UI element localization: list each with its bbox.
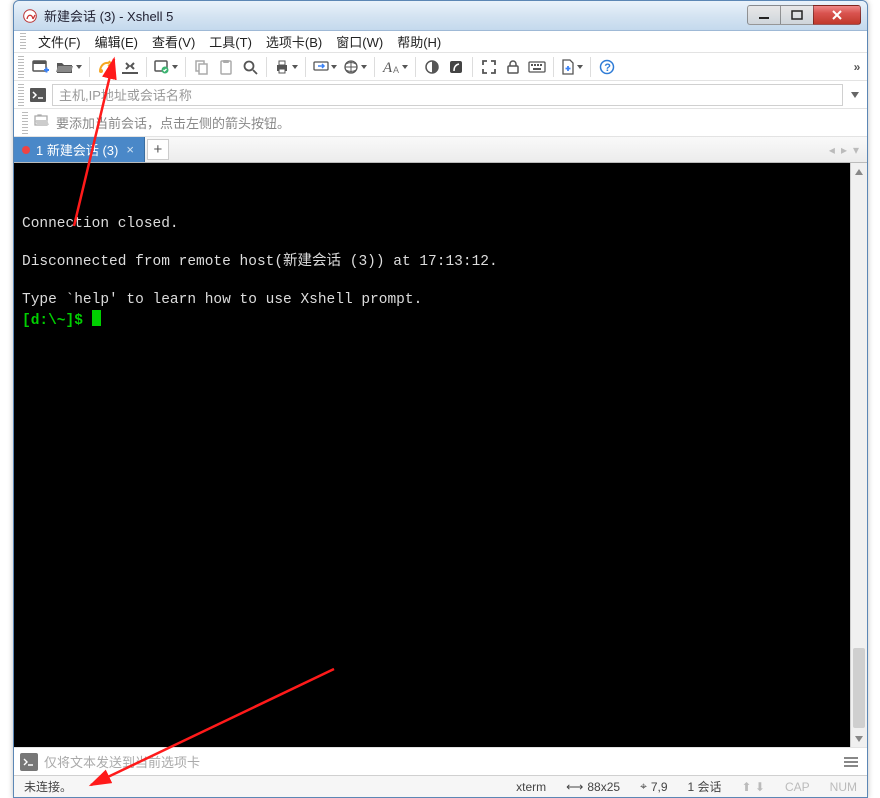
window-controls [748,5,861,25]
status-transfer-arrows: ⬆ ⬇ [732,776,775,797]
toolbar: AA ? » [14,53,867,81]
minimize-button[interactable] [747,5,781,25]
new-file-button[interactable] [559,56,585,78]
menu-tools[interactable]: 工具(T) [203,30,258,53]
new-tab-button[interactable]: + [147,139,169,160]
toolbar-separator [374,57,375,77]
scroll-up-button[interactable] [851,163,867,180]
terminal[interactable]: Connection closed. Disconnected from rem… [14,163,850,747]
status-num: NUM [820,776,867,797]
tab-next-button[interactable]: ▸ [841,143,847,157]
tab-menu-button[interactable]: ▾ [853,143,859,157]
term-prompt: [d:\~]$ [22,313,92,329]
status-size: ⟷ 88x25 [556,776,630,797]
scroll-track[interactable] [851,180,867,730]
grip-icon [18,84,24,106]
toolbar-separator [89,57,90,77]
session-tab[interactable]: 1 新建会话 (3) × [14,137,145,162]
send-icon[interactable] [20,753,38,771]
terminal-icon [28,85,48,105]
toolbar-overflow[interactable]: » [851,56,863,78]
highlight-button[interactable] [445,56,467,78]
web-button[interactable] [341,56,369,78]
tab-prev-button[interactable]: ◂ [829,143,835,157]
maximize-button[interactable] [780,5,814,25]
vertical-scrollbar[interactable] [850,163,867,747]
address-dropdown[interactable] [847,84,863,106]
cursor-icon [92,310,101,326]
grip-icon [18,56,24,78]
term-line: Disconnected from remote host(新建会话 (3)) … [22,254,498,270]
print-button[interactable] [272,56,300,78]
font-button[interactable]: AA [380,56,410,78]
send-bar: 仅将文本发送到当前选项卡 [14,747,867,775]
terminal-area: Connection closed. Disconnected from rem… [14,163,867,747]
toolbar-separator [305,57,306,77]
menu-edit[interactable]: 编辑(E) [89,30,144,53]
svg-text:A: A [393,65,399,75]
tab-close-button[interactable]: × [124,142,136,157]
tip-text: 要添加当前会话，点击左侧的箭头按钮。 [56,113,290,132]
status-term-type: xterm [506,776,556,797]
address-input[interactable]: 主机,IP地址或会话名称 [52,84,843,106]
tab-label: 1 新建会话 (3) [36,140,118,159]
menu-help[interactable]: 帮助(H) [391,30,447,53]
menu-window[interactable]: 窗口(W) [330,30,389,53]
resize-icon: ⟷ [566,780,583,794]
toolbar-separator [185,57,186,77]
toolbar-separator [266,57,267,77]
menubar: 文件(F) 编辑(E) 查看(V) 工具(T) 选项卡(B) 窗口(W) 帮助(… [14,31,867,53]
svg-text:?: ? [604,62,611,74]
grip-icon [22,112,28,134]
term-line: Type `help' to learn how to use Xshell p… [22,292,422,308]
scroll-thumb[interactable] [853,648,865,728]
svg-text:A: A [382,60,393,75]
file-transfer-button[interactable] [311,56,339,78]
cursor-pos-icon: ⌖ [640,779,647,794]
status-cursor: ⌖ 7,9 [630,776,677,797]
copy-button[interactable] [191,56,213,78]
status-dot-icon [22,146,30,154]
reconnect-button[interactable] [95,56,117,78]
color-scheme-button[interactable] [421,56,443,78]
status-caps: CAP [775,776,820,797]
app-icon [22,8,38,24]
paste-button[interactable] [215,56,237,78]
help-button[interactable]: ? [596,56,618,78]
tabstrip: 1 新建会话 (3) × + ◂ ▸ ▾ [14,137,867,163]
close-button[interactable] [813,5,861,25]
toolbar-separator [415,57,416,77]
toolbar-separator [590,57,591,77]
bookmark-icon[interactable] [34,114,50,131]
toolbar-separator [553,57,554,77]
menu-view[interactable]: 查看(V) [146,30,201,53]
tipbar: 要添加当前会话，点击左侧的箭头按钮。 [14,109,867,137]
status-connection: 未连接。 [14,776,506,797]
disconnect-button[interactable] [119,56,141,78]
term-line: Connection closed. [22,216,179,232]
toolbar-separator [472,57,473,77]
tab-nav: ◂ ▸ ▾ [829,137,867,162]
send-menu-button[interactable] [841,753,861,771]
new-session-button[interactable] [30,56,52,78]
grip-icon [20,33,26,51]
statusbar: 未连接。 xterm ⟷ 88x25 ⌖ 7,9 1 会话 ⬆ ⬇ CAP NU… [14,775,867,797]
status-sessions: 1 会话 [678,776,732,797]
window-title: 新建会话 (3) - Xshell 5 [44,6,748,25]
titlebar: 新建会话 (3) - Xshell 5 [14,1,867,31]
properties-button[interactable] [152,56,180,78]
address-bar: 主机,IP地址或会话名称 [14,81,867,109]
scroll-down-button[interactable] [851,730,867,747]
lock-button[interactable] [502,56,524,78]
menu-file[interactable]: 文件(F) [32,30,87,53]
app-window: 新建会话 (3) - Xshell 5 文件(F) 编辑(E) 查看(V) 工具… [13,0,868,798]
send-input[interactable]: 仅将文本发送到当前选项卡 [44,752,835,771]
keyboard-button[interactable] [526,56,548,78]
menu-tabs[interactable]: 选项卡(B) [260,30,328,53]
toolbar-separator [146,57,147,77]
open-session-button[interactable] [54,56,84,78]
fullscreen-button[interactable] [478,56,500,78]
find-button[interactable] [239,56,261,78]
